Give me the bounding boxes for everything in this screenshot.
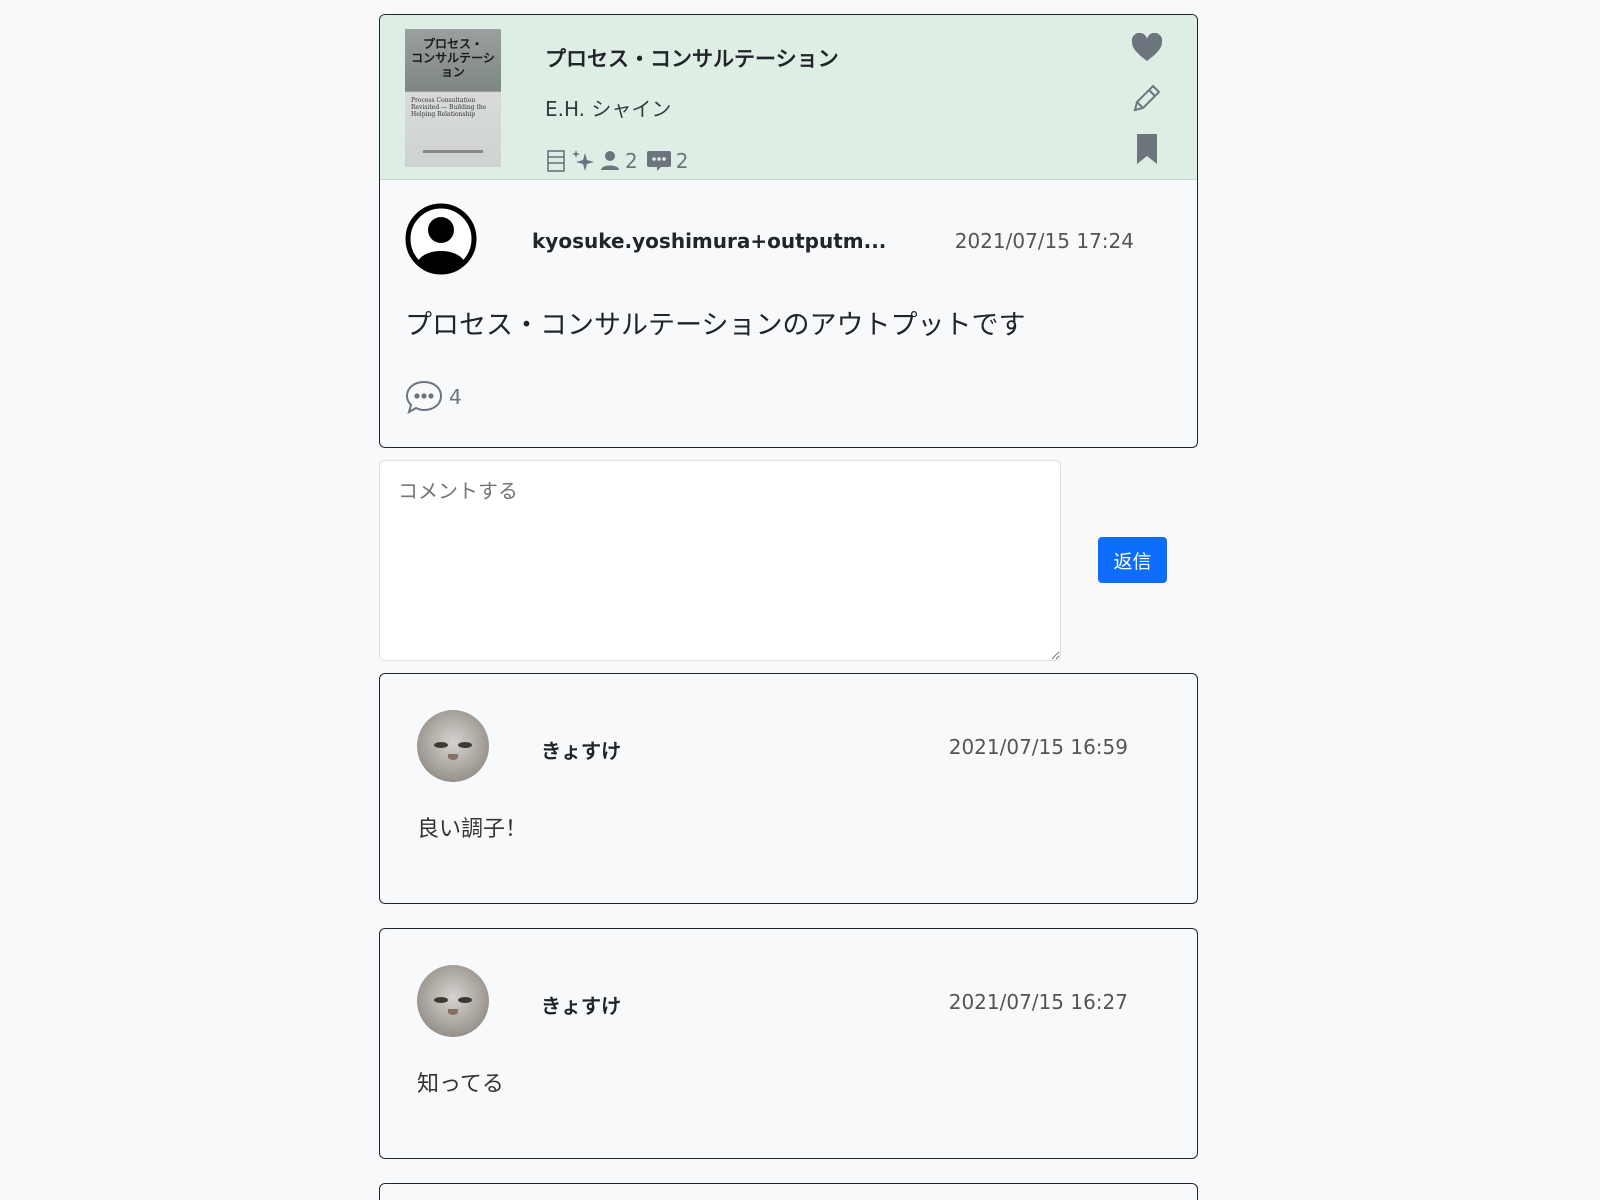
cover-decoration (423, 150, 483, 153)
book-cover[interactable]: プロセス・ コンサルテーション Process Consultation Revi… (405, 29, 501, 167)
comment-date: 2021/07/15 16:27 (948, 990, 1128, 1014)
cover-subtitle: Process Consultation Revisited — Buildin… (411, 97, 487, 118)
comment-card (379, 1183, 1198, 1200)
comment-count-value: 4 (449, 385, 462, 409)
comment-user-name[interactable]: きょすけ (541, 990, 621, 1019)
comment-card: きょすけ 2021/07/15 16:59 良い調子！ (379, 673, 1198, 904)
post-body: プロセス・コンサルテーションのアウトプットです (405, 310, 1026, 341)
comments-stat-count: 2 (675, 149, 689, 173)
sparkles-icon (571, 149, 595, 173)
book-stats: 2 2 (545, 149, 692, 173)
book-actions (1131, 32, 1163, 169)
person-circle-icon (405, 203, 477, 275)
chat-dots-icon (646, 149, 672, 173)
comment-count[interactable]: 4 (405, 379, 462, 415)
cover-title-line1: プロセス・ (422, 37, 483, 51)
avatar[interactable] (405, 203, 477, 275)
list-icon (545, 149, 567, 173)
users-count: 2 (625, 149, 638, 173)
heart-icon[interactable] (1131, 32, 1163, 67)
chat-bubble-icon (405, 380, 443, 415)
book-header: プロセス・ コンサルテーション Process Consultation Revi… (380, 15, 1197, 180)
reply-button[interactable]: 返信 (1098, 537, 1167, 583)
comment-text: 良い調子！ (417, 817, 528, 842)
comment-input[interactable] (379, 460, 1061, 661)
avatar[interactable] (417, 710, 489, 782)
pencil-icon[interactable] (1131, 82, 1163, 118)
cover-title-line2: コンサルテーション (411, 51, 495, 79)
avatar[interactable] (417, 965, 489, 1037)
bookmark-icon[interactable] (1135, 133, 1159, 169)
comment-date: 2021/07/15 16:59 (948, 735, 1128, 759)
comment-user-name[interactable]: きょすけ (541, 735, 621, 764)
comment-card: きょすけ 2021/07/15 16:27 知ってる (379, 928, 1198, 1159)
book-author: E.H. シャイン (545, 97, 672, 121)
book-title[interactable]: プロセス・コンサルテーション (545, 43, 839, 73)
post-card: プロセス・ コンサルテーション Process Consultation Revi… (379, 14, 1198, 448)
person-icon (599, 150, 621, 172)
comment-text: 知ってる (417, 1072, 504, 1097)
post-date: 2021/07/15 17:24 (954, 229, 1134, 253)
post-user-name[interactable]: kyosuke.yoshimura+outputm... (532, 229, 886, 253)
